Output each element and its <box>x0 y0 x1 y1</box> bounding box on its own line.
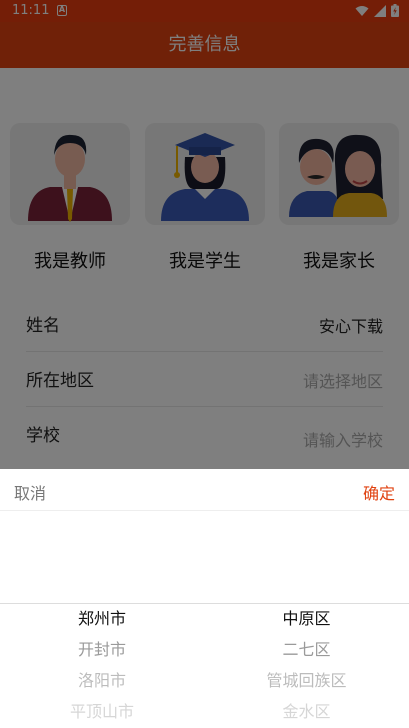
city-wheel[interactable]: 郑州市 开封市 洛阳市 平顶山市 <box>0 607 204 728</box>
region-picker-sheet: 取消 确定 郑州市 开封市 洛阳市 平顶山市 中原区 二七区 管城回族区 金水区 <box>0 469 409 728</box>
district-option[interactable]: 金水区 <box>204 700 409 728</box>
city-option[interactable]: 开封市 <box>0 638 204 669</box>
cancel-button[interactable]: 取消 <box>14 480 46 504</box>
city-option[interactable]: 平顶山市 <box>0 700 204 728</box>
city-option[interactable]: 郑州市 <box>0 607 204 638</box>
district-wheel[interactable]: 中原区 二七区 管城回族区 金水区 <box>204 607 409 728</box>
picker-header: 取消 确定 <box>0 469 409 511</box>
city-option[interactable]: 洛阳市 <box>0 669 204 700</box>
district-option[interactable]: 管城回族区 <box>204 669 409 700</box>
district-option[interactable]: 中原区 <box>204 607 409 638</box>
district-option[interactable]: 二七区 <box>204 638 409 669</box>
picker-selection-line <box>0 603 409 604</box>
confirm-button[interactable]: 确定 <box>363 480 395 504</box>
